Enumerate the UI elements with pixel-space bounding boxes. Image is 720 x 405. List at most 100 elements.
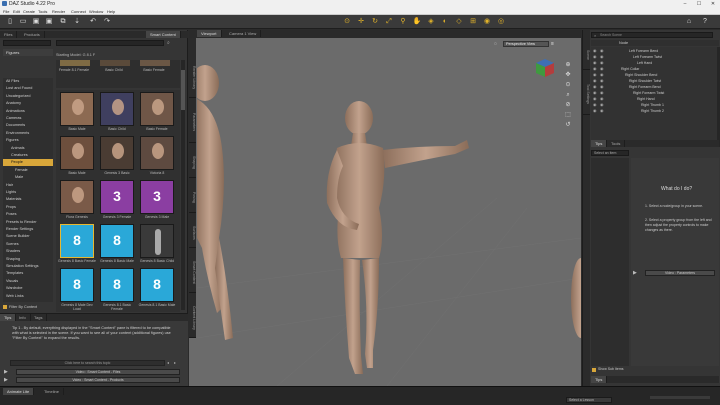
side-tab-posing[interactable]: Posing bbox=[189, 183, 196, 213]
save-as-icon[interactable]: ▣ bbox=[44, 17, 54, 27]
menu-file[interactable]: File bbox=[3, 9, 9, 14]
scene-node[interactable]: Right Forearm Bend bbox=[629, 85, 661, 90]
topic-search-input[interactable]: Click here to search this topic bbox=[10, 360, 165, 366]
prev-icon[interactable]: ◂ bbox=[167, 360, 173, 366]
scene-node[interactable]: Right Collar bbox=[621, 67, 639, 72]
grid-scrollbar[interactable] bbox=[181, 60, 185, 310]
tab-tools-right[interactable]: Tools bbox=[607, 140, 626, 147]
visibility-eye-icon[interactable]: ◉ bbox=[593, 79, 598, 83]
asset-tile[interactable] bbox=[140, 136, 174, 170]
category-item[interactable]: Uncategorized bbox=[3, 93, 53, 100]
region-navigator-icon[interactable]: ⊞ bbox=[468, 17, 478, 27]
asset-tile[interactable] bbox=[60, 180, 94, 214]
visibility-eye-icon[interactable]: ◉ bbox=[593, 55, 598, 59]
asset-tile[interactable] bbox=[140, 92, 174, 126]
category-item[interactable]: Wardrobe bbox=[3, 285, 53, 292]
spot-render-icon[interactable]: ◉ bbox=[482, 17, 492, 27]
menu-edit[interactable]: Edit bbox=[13, 9, 20, 14]
category-item[interactable]: Shaders bbox=[3, 248, 53, 255]
asset-tile[interactable]: 8 bbox=[140, 268, 174, 302]
surface-selection-icon[interactable]: ◇ bbox=[454, 17, 464, 27]
menu-help[interactable]: Help bbox=[107, 9, 115, 14]
home-icon[interactable]: ⌂ bbox=[684, 17, 694, 27]
category-item[interactable]: Scene Builder bbox=[3, 233, 53, 240]
menu-render[interactable]: Render bbox=[52, 9, 65, 14]
selectability-icon[interactable]: ◉ bbox=[600, 67, 605, 71]
category-item[interactable]: Creatures bbox=[3, 152, 53, 159]
scene-node[interactable]: Right Forearm Twist bbox=[633, 91, 664, 96]
scene-node[interactable]: Right Shoulder Twist bbox=[629, 79, 661, 84]
visibility-eye-icon[interactable]: ◉ bbox=[593, 109, 598, 113]
video-parameters-button[interactable]: Video : Parameters bbox=[645, 270, 715, 276]
side-tab-content-library[interactable]: Content Library bbox=[189, 298, 196, 338]
close-icon[interactable]: ✕ bbox=[706, 0, 720, 8]
show-sub-items-checkbox[interactable] bbox=[592, 368, 596, 372]
category-item[interactable]: Lights bbox=[3, 189, 53, 196]
tab-info[interactable]: Info bbox=[15, 314, 31, 321]
scene-node[interactable]: Left Forearm Twist bbox=[633, 55, 662, 60]
menu-tools[interactable]: Tools bbox=[38, 9, 47, 14]
scrollbar-thumb[interactable] bbox=[181, 70, 185, 110]
translate-tool-icon[interactable]: ✛ bbox=[356, 17, 366, 27]
selectability-icon[interactable]: ◉ bbox=[600, 103, 605, 107]
asset-tile[interactable]: 8 bbox=[60, 268, 94, 302]
lesson-dropdown[interactable]: Select a Lesson bbox=[566, 397, 612, 403]
select-item-dropdown[interactable]: Select an Item bbox=[591, 150, 629, 156]
asset-tile[interactable] bbox=[100, 92, 134, 126]
scale-tool-icon[interactable]: ⤢ bbox=[384, 17, 394, 27]
help-icon[interactable]: ? bbox=[700, 17, 710, 27]
tab-tips-right[interactable]: Tips bbox=[591, 140, 608, 147]
visibility-eye-icon[interactable]: ◉ bbox=[593, 73, 598, 77]
selectability-icon[interactable]: ◉ bbox=[600, 109, 605, 113]
category-item[interactable]: Female bbox=[3, 167, 53, 174]
visibility-eye-icon[interactable]: ◉ bbox=[593, 97, 598, 101]
visibility-eye-icon[interactable]: ◉ bbox=[593, 61, 598, 65]
merge-icon[interactable]: ⧉ bbox=[58, 17, 68, 27]
universal-tool-icon[interactable]: ⊙ bbox=[342, 17, 352, 27]
scene-node[interactable]: Left Hand bbox=[637, 61, 652, 66]
selectability-icon[interactable]: ◉ bbox=[600, 61, 605, 65]
category-item[interactable]: Environments bbox=[3, 130, 53, 137]
category-item[interactable]: Documents bbox=[3, 122, 53, 129]
scene-node[interactable]: Right Thumb 2 bbox=[641, 109, 664, 114]
tab-viewport[interactable]: Viewport bbox=[197, 30, 222, 37]
tab-smart-content[interactable]: Smart Content bbox=[146, 31, 181, 38]
tab-products[interactable]: Products bbox=[20, 31, 45, 38]
visibility-eye-icon[interactable]: ◉ bbox=[593, 103, 598, 107]
undo-icon[interactable]: ↶ bbox=[88, 17, 98, 27]
tab-animate-lite[interactable]: Animate Lite bbox=[3, 388, 35, 395]
scene-node[interactable]: Right Shoulder Bend bbox=[625, 73, 657, 78]
category-item[interactable]: Presets to Render bbox=[3, 219, 53, 226]
new-file-icon[interactable]: ▯ bbox=[5, 17, 15, 27]
open-file-icon[interactable]: ▭ bbox=[18, 17, 28, 27]
category-filter-input[interactable] bbox=[3, 40, 51, 46]
import-icon[interactable]: ⇣ bbox=[72, 17, 82, 27]
category-item[interactable]: Props bbox=[3, 204, 53, 211]
asset-tile[interactable]: 3 bbox=[100, 180, 134, 214]
save-icon[interactable]: ▣ bbox=[31, 17, 41, 27]
menu-connect[interactable]: Connect bbox=[71, 9, 86, 14]
category-item[interactable]: Animals bbox=[3, 145, 53, 152]
tab-tips-bottom[interactable]: Tips bbox=[591, 376, 608, 383]
redo-icon[interactable]: ↷ bbox=[102, 17, 112, 27]
category-item[interactable]: Poses bbox=[3, 211, 53, 218]
menu-create[interactable]: Create bbox=[23, 9, 35, 14]
asset-tile[interactable] bbox=[100, 136, 134, 170]
asset-tile[interactable] bbox=[60, 92, 94, 126]
side-tab-smart-content[interactable]: Smart Content bbox=[189, 253, 196, 293]
category-item[interactable]: Anatomy bbox=[3, 100, 53, 107]
category-item[interactable]: Shaping bbox=[3, 256, 53, 263]
tab-files[interactable]: Files bbox=[0, 31, 18, 38]
menu-window[interactable]: Window bbox=[89, 9, 103, 14]
side-tab-shaping[interactable]: Shaping bbox=[189, 148, 196, 178]
selectability-icon[interactable]: ◉ bbox=[600, 97, 605, 101]
asset-tile[interactable]: 8 bbox=[100, 268, 134, 302]
category-item[interactable]: Visuals bbox=[3, 278, 53, 285]
scene-node[interactable]: Right Hand bbox=[637, 97, 655, 102]
minimize-icon[interactable]: – bbox=[678, 0, 692, 8]
category-item[interactable]: Templates bbox=[3, 270, 53, 277]
node-weight-icon[interactable]: ◐ bbox=[440, 17, 450, 27]
tab-camera-view[interactable]: Camera 1 View bbox=[225, 30, 262, 37]
asset-tile[interactable] bbox=[140, 224, 174, 258]
scene-node[interactable]: Right Thumb 1 bbox=[641, 103, 664, 108]
